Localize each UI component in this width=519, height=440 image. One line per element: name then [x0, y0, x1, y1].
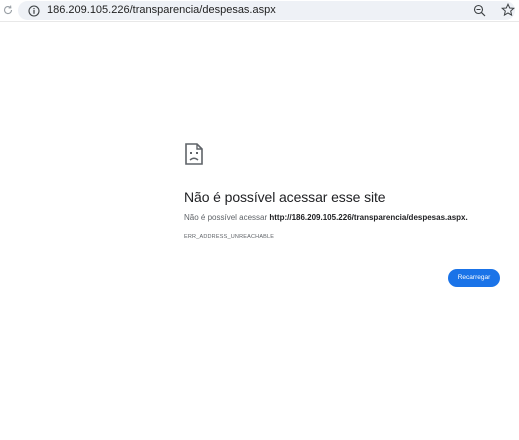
error-description-url: http://186.209.105.226/transparencia/des… — [269, 213, 466, 222]
info-icon[interactable] — [28, 4, 40, 17]
error-code: ERR_ADDRESS_UNREACHABLE — [184, 234, 275, 240]
reload-button[interactable]: Recarregar — [448, 269, 500, 287]
browser-toolbar: 186.209.105.226/transparencia/despesas.a… — [0, 0, 519, 22]
star-icon[interactable] — [500, 2, 516, 17]
error-description: Não é possível acessar http://186.209.10… — [184, 213, 468, 222]
error-description-suffix: . — [465, 213, 468, 222]
error-title: Não é possível acessar esse site — [184, 189, 386, 205]
address-bar[interactable]: 186.209.105.226/transparencia/despesas.a… — [18, 1, 516, 20]
reload-icon[interactable] — [2, 4, 14, 16]
error-description-prefix: Não é possível acessar — [184, 213, 270, 222]
sad-page-icon — [184, 143, 204, 165]
url-text[interactable]: 186.209.105.226/transparencia/despesas.a… — [47, 3, 276, 18]
zoom-icon[interactable] — [473, 4, 486, 17]
